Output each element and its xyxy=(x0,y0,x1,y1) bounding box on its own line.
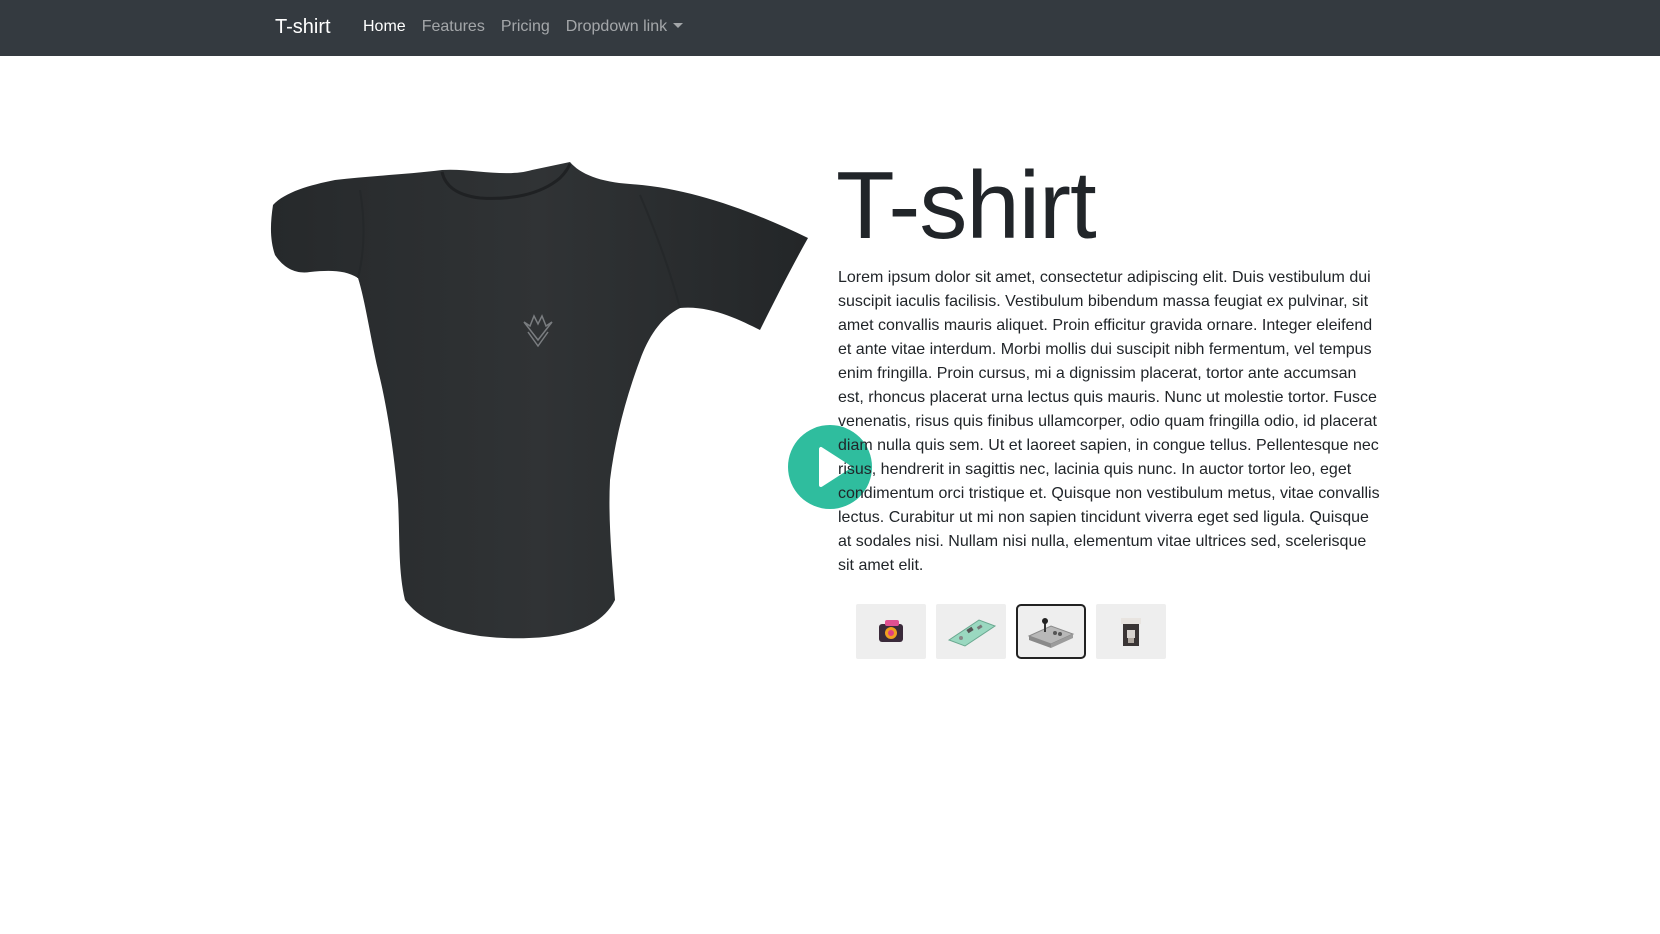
caret-down-icon xyxy=(673,23,684,28)
dropdown-link-label: Dropdown link xyxy=(565,18,668,35)
thumbnail-arcade-joystick[interactable] xyxy=(1016,604,1086,659)
product-description: Lorem ipsum dolor sit amet, consectetur … xyxy=(838,269,1380,574)
thumbnail-strip xyxy=(856,604,1166,659)
product-title: T-shirt xyxy=(836,152,1097,259)
arcade-joystick-icon xyxy=(1027,617,1075,648)
navbar-brand[interactable]: T-shirt xyxy=(275,15,331,39)
nav-link-features[interactable]: Features xyxy=(414,17,493,37)
thumbnail-circuit-board[interactable] xyxy=(936,604,1006,659)
circuit-board-icon xyxy=(947,618,997,647)
thumbnail-camera[interactable] xyxy=(856,604,926,659)
tshirt-body xyxy=(270,162,808,639)
coffee-machine-icon xyxy=(1121,617,1141,646)
nav-link-dropdown[interactable]: Dropdown link xyxy=(558,17,691,37)
camera-icon xyxy=(879,619,903,642)
nav-link-home[interactable]: Home xyxy=(355,17,414,37)
navbar: T-shirt Home Features Pricing Dropdown l… xyxy=(0,0,1660,56)
nav-links: Home Features Pricing Dropdown link xyxy=(355,17,691,37)
thumbnail-coffee-machine[interactable] xyxy=(1096,604,1166,659)
tshirt-3d-model[interactable] xyxy=(270,160,815,650)
nav-link-pricing[interactable]: Pricing xyxy=(493,17,558,37)
